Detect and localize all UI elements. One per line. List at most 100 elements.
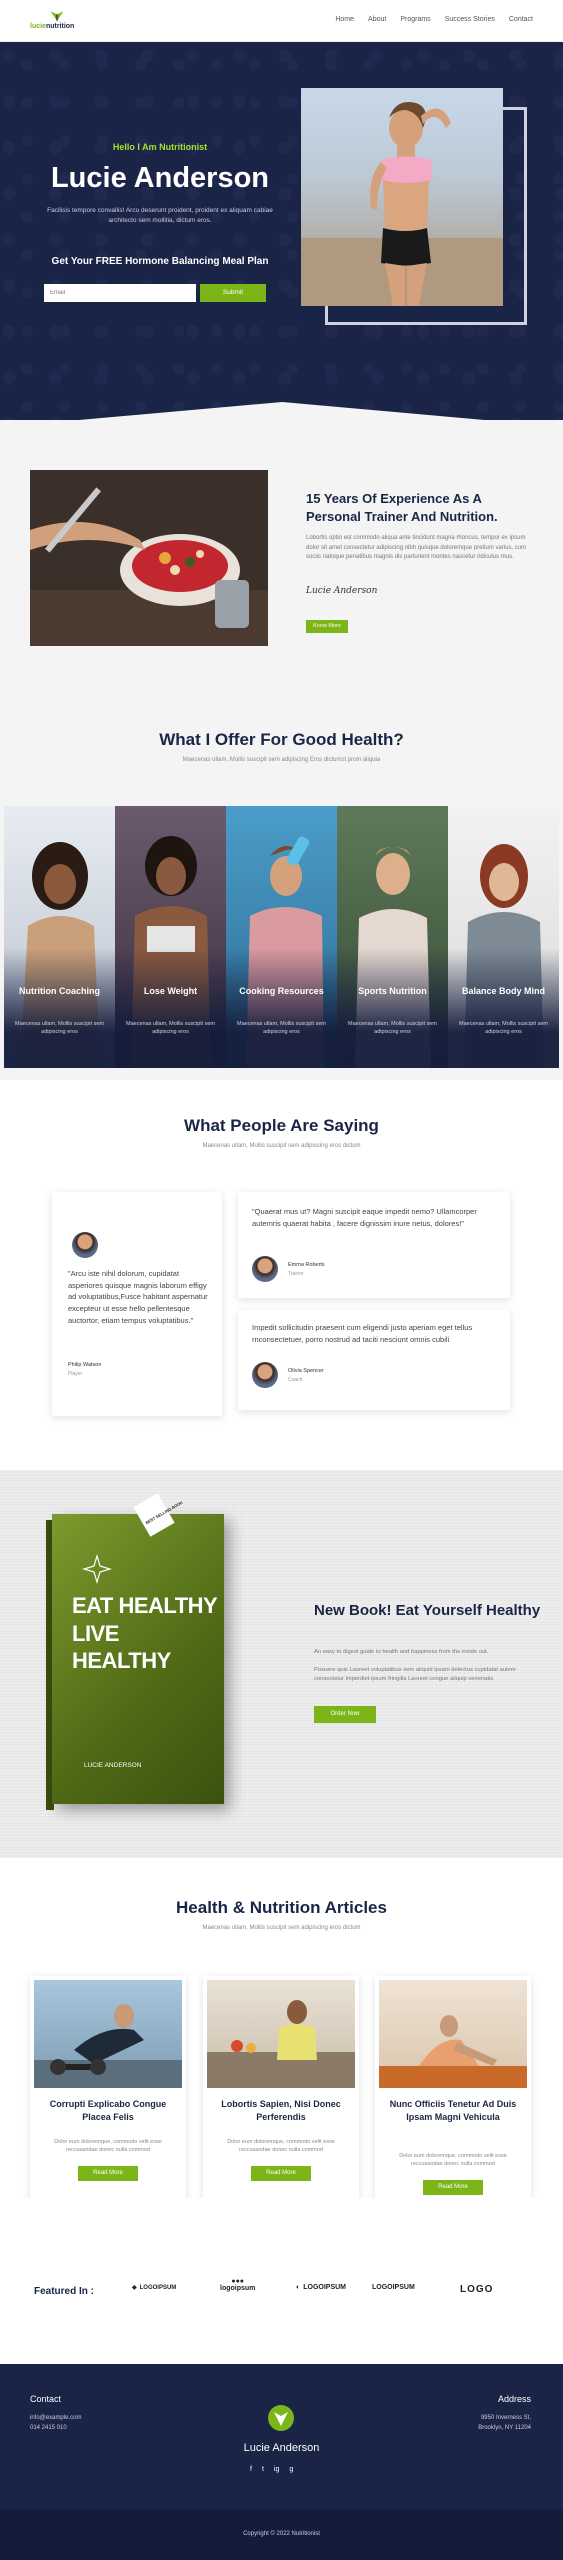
nav-programs[interactable]: Programs: [400, 16, 430, 23]
article-card[interactable]: Lobortis Sapien, Nisi Donec Perferendis …: [203, 1976, 359, 2208]
hero-section: Hello I Am Nutritionist Lucie Anderson F…: [0, 42, 563, 420]
footer-address-heading: Address: [497, 2394, 531, 2404]
footer-leaf-logo-icon: [268, 2405, 294, 2431]
nav-about[interactable]: About: [368, 16, 386, 23]
articles-section: Health & Nutrition Articles Maecenas ull…: [0, 1858, 563, 2222]
footer-address: 9950 Inverness St, Brooklyn, NY 11204: [478, 2414, 531, 2433]
read-more-button[interactable]: Read More: [423, 2180, 483, 2195]
testimonials-subtitle: Maecenas ullam, Mollis suscipit sem adip…: [202, 1143, 361, 1149]
book-cover-author: LUCIE ANDERSON: [84, 1762, 142, 1769]
article-card[interactable]: Nunc Officiis Tenetur Ad Duis Ipsam Magn…: [375, 1976, 531, 2222]
email-input[interactable]: [44, 284, 196, 302]
brand-logo-2-icon: ●●●: [231, 2278, 245, 2285]
testimonial-quote: Impedit sollicitudin praesent cum eligen…: [252, 1323, 473, 1344]
leaf-logo-icon: [50, 11, 64, 21]
service-title: Nutrition Coaching: [19, 986, 100, 996]
footer-address-line2: Brooklyn, NY 11204: [478, 2424, 531, 2431]
read-more-button[interactable]: Read More: [251, 2166, 311, 2181]
article-image-kitchen: [207, 1980, 355, 2088]
book-cover-title: EAT HEALTHY LIVE HEALTHY: [72, 1592, 222, 1675]
logo-text-lucie: lucie: [30, 23, 46, 30]
services-subtitle: Maecenas ullam, Mollis suscipit sem adip…: [182, 757, 381, 763]
service-text: Maecenas ullam, Mollis suscipit sem adip…: [15, 1021, 104, 1036]
nav-home[interactable]: Home: [335, 16, 354, 23]
service-card-lose-weight[interactable]: Lose Weight Maecenas ullam, Mollis susci…: [115, 806, 226, 1068]
articles-subtitle: Maecenas ullam, Mollis suscipit sem adip…: [202, 1925, 361, 1931]
footer-email[interactable]: info@example.com: [30, 2414, 81, 2424]
article-text: Dolor eum doloremque, commodo velit esse…: [227, 2139, 335, 2154]
nav-contact[interactable]: Contact: [509, 16, 533, 23]
footer-contact-info: info@example.com 014 2415 010: [30, 2414, 81, 2433]
article-text: Dolor eum doloremque, commodo velit esse…: [399, 2153, 507, 2168]
article-title: Corrupti Explicabo Congue Placea Felis: [49, 2099, 167, 2123]
book-section: BEST SELLING BOOK EAT HEALTHY LIVE HEALTH…: [0, 1470, 563, 1858]
brand-logo-2-text: logoipsum: [220, 2285, 256, 2292]
book-text-1: An easy to digest guide to health and ha…: [314, 1649, 489, 1655]
service-title: Balance Body Mind: [461, 986, 545, 996]
service-text: Maecenas ullam, Mollis suscipit sem adip…: [459, 1021, 548, 1036]
brand-logo-4: LOGOIPSUM: [372, 2284, 415, 2291]
services-cards: Nutrition Coaching Maecenas ullam, Molli…: [4, 806, 559, 1068]
featured-in-label: Featured In :: [34, 2286, 95, 2297]
site-logo[interactable]: lucienutrition: [30, 9, 94, 33]
book-text-2: Posuere quis Laoreet voluptatibus sem al…: [314, 1667, 516, 1683]
article-title: Nunc Officiis Tenetur Ad Duis Ipsam Magn…: [389, 2099, 517, 2123]
brand-logo-3-icon: ◐: [296, 2284, 301, 2291]
service-text: Maecenas ullam, Mollis suscipit sem adip…: [237, 1021, 326, 1036]
hero-description: Facilisis tempore convallis! Arcu deseru…: [47, 207, 273, 224]
brand-logo-3: ◐ LOGOIPSUM: [296, 2284, 346, 2291]
book-cover-line1: EAT HEALTHY: [72, 1593, 218, 1618]
brand-logo-5-text: LOGO: [460, 2284, 494, 2295]
brand-logo-4-text: LOGOIPSUM: [372, 2284, 415, 2291]
testimonial-card: "Arcu iste nihil dolorum, cupidatat aspe…: [52, 1192, 222, 1416]
logo-text: lucienutrition: [30, 23, 74, 30]
service-text: Maecenas ullam, Mollis suscipit sem adip…: [126, 1021, 215, 1036]
brand-logo-1: ◆ LOGOIPSUM: [132, 2284, 176, 2292]
hero-bottom-wave: [78, 402, 485, 420]
order-now-button[interactable]: Order Now: [314, 1706, 376, 1723]
nav-success-stories[interactable]: Success Stories: [445, 16, 495, 23]
facebook-icon[interactable]: f: [250, 2466, 252, 2473]
about-food-photo: [30, 470, 268, 646]
service-title: Sports Nutrition: [358, 986, 427, 996]
testimonial-role: Player: [68, 1371, 83, 1377]
services-section: What I Offer For Good Health? Maecenas u…: [0, 690, 563, 1080]
featured-in-section: Featured In : ◆ LOGOIPSUM ●●● logoipsum ◐ L…: [0, 2198, 563, 2364]
about-text: Lobortis optio est commodo aliqua ante t…: [306, 535, 527, 561]
twitter-icon[interactable]: t: [262, 2466, 264, 2473]
signature: Lucie Anderson: [306, 586, 378, 596]
about-section: 15 Years Of Experience As A Personal Tra…: [0, 420, 563, 690]
avatar: [72, 1232, 98, 1258]
avatar: [252, 1256, 278, 1282]
article-card[interactable]: Corrupti Explicabo Congue Placea Felis D…: [30, 1976, 186, 2208]
service-card-balance-body-mind[interactable]: Balance Body Mind Maecenas ullam, Mollis…: [448, 806, 559, 1068]
testimonial-role: Trainer: [288, 1271, 304, 1277]
testimonial-card: "Quaerat mus ut? Magni suscipit eaque im…: [238, 1192, 510, 1298]
logo-text-nutrition: nutrition: [45, 23, 75, 30]
read-more-button[interactable]: Read More: [78, 2166, 138, 2181]
service-card-nutrition-coaching[interactable]: Nutrition Coaching Maecenas ullam, Molli…: [4, 806, 115, 1068]
testimonial-name: Emma Roberts: [288, 1262, 325, 1268]
service-card-cooking-resources[interactable]: Cooking Resources Maecenas ullam, Mollis…: [226, 806, 337, 1068]
copyright-bar: Copyright © 2022 Nutritionist: [0, 2509, 563, 2560]
article-image-gym: [34, 1980, 182, 2088]
article-image-stretching: [379, 1980, 527, 2088]
articles-title: Health & Nutrition Articles: [176, 1898, 387, 1917]
article-title: Lobortis Sapien, Nisi Donec Perferendis: [221, 2099, 341, 2123]
meal-plan-heading: Get Your FREE Hormone Balancing Meal Pla…: [51, 256, 269, 267]
footer-phone[interactable]: 014 2415 010: [30, 2424, 81, 2434]
service-card-sports-nutrition[interactable]: Sports Nutrition Maecenas ullam, Mollis …: [337, 806, 448, 1068]
testimonial-role: Coach: [288, 1377, 303, 1383]
submit-button[interactable]: Submit: [200, 284, 266, 302]
top-navbar: lucienutrition Home About Programs Succe…: [0, 0, 563, 42]
google-icon[interactable]: g: [289, 2466, 293, 2473]
about-title: 15 Years Of Experience As A Personal Tra…: [306, 491, 498, 524]
service-title: Cooking Resources: [239, 986, 324, 996]
brand-logo-1-icon: ◆: [132, 2285, 137, 2291]
instagram-icon[interactable]: ig: [274, 2466, 279, 2473]
know-more-button[interactable]: Know More: [306, 620, 348, 633]
brand-logo-3-text: LOGOIPSUM: [303, 2284, 347, 2291]
testimonial-name: Philip Watson: [68, 1362, 102, 1368]
brand-logo-5: LOGO: [460, 2284, 493, 2295]
copyright-text: Copyright © 2022 Nutritionist: [243, 2531, 320, 2537]
